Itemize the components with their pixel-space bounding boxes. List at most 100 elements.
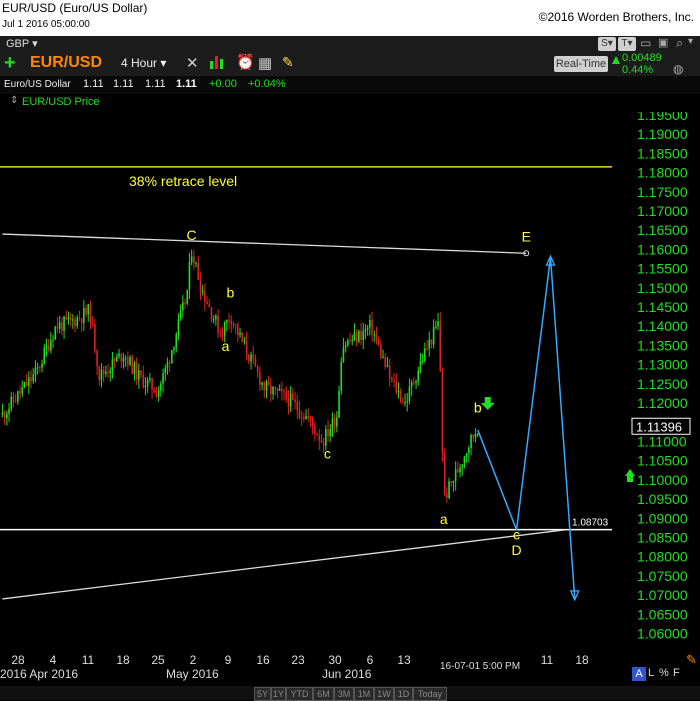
scale-s-button[interactable]: S▾ (598, 37, 616, 51)
minimize-icon[interactable]: ▭ (640, 36, 651, 50)
candle-body (221, 334, 224, 337)
alarm-clock-icon[interactable]: ⏰ (236, 53, 255, 71)
zoom-button-6m[interactable]: 6M (313, 687, 334, 701)
candle-body (340, 361, 343, 392)
scale-t-button[interactable]: T▾ (618, 37, 636, 51)
candle-body (6, 413, 8, 418)
candle-body (294, 399, 296, 402)
candle-body (182, 302, 184, 311)
candle-body (162, 373, 164, 384)
interval-selector[interactable]: 4 Hour ▾ (121, 56, 166, 70)
current-price-label: 1.11396 (636, 419, 682, 434)
note-icon[interactable]: ✎ (282, 54, 294, 71)
candle-body (32, 374, 35, 381)
candle-body (459, 467, 461, 473)
candle-body (289, 393, 292, 407)
search-icon[interactable]: ⌕ (676, 35, 683, 51)
chart-datetime: Jul 1 2016 05:00:00 (2, 19, 90, 30)
zoom-button-3m[interactable]: 3M (334, 687, 354, 701)
log-scale-toggle[interactable]: L (648, 667, 654, 679)
candle-body (417, 371, 420, 382)
indicators-icon[interactable] (210, 55, 224, 69)
candle-body (292, 393, 294, 400)
candle-body (353, 332, 356, 341)
globe-icon[interactable]: ◍ (673, 62, 683, 76)
percent-scale-toggle[interactable]: % (659, 667, 669, 679)
x-tick-label: 23 (291, 653, 305, 667)
candle-body (94, 323, 96, 351)
support-label: 1.08703 (572, 518, 609, 529)
candle-body (199, 279, 202, 293)
zoom-button-today[interactable]: Today (413, 687, 447, 701)
candle-body (131, 356, 134, 374)
window-icon[interactable]: ▣ (658, 36, 668, 49)
candle-body (166, 362, 169, 369)
candle-body (296, 401, 299, 411)
candle-body (186, 289, 189, 304)
candle-body (276, 388, 279, 391)
candle-body (63, 316, 65, 331)
candle-body (450, 481, 453, 483)
candle-body (402, 401, 404, 403)
candle-body (314, 425, 316, 434)
chart-background (0, 112, 700, 686)
y-axis: 1.19500 1.19000 1.18500 1.18000 1.17500 1.170… (637, 112, 688, 642)
candle-body (338, 391, 340, 418)
chevron-down-icon[interactable]: ▾ (688, 36, 693, 47)
zoom-button-1w[interactable]: 1W (374, 687, 394, 701)
tools-icon[interactable]: ✕ (186, 54, 199, 72)
quote-close: 1.11 (176, 78, 197, 90)
candle-body (259, 372, 261, 385)
symbol-label[interactable]: EUR/USD (30, 54, 102, 72)
candle-body (179, 310, 182, 320)
x-tick-label: 16 (256, 653, 270, 667)
add-symbol-icon[interactable]: + (4, 52, 16, 75)
auto-scale-button[interactable]: A (632, 667, 646, 681)
legend-series[interactable]: EUR/USD Price (22, 96, 100, 108)
candle-body (272, 387, 274, 395)
price-chart[interactable]: 1.19500 1.19000 1.18500 1.18000 1.17500 1.170… (0, 112, 700, 686)
y-tick-label: 1.18500 (637, 145, 688, 161)
candle-body (395, 381, 398, 393)
window-title: EUR/USD (Euro/US Dollar) (2, 1, 148, 15)
candle-body (371, 320, 373, 335)
candle-body (232, 323, 235, 325)
currency-selector[interactable]: GBP ▾ (6, 37, 38, 50)
candle-body (263, 382, 266, 391)
y-tick-label: 1.15500 (637, 261, 688, 277)
candle-body (85, 308, 87, 315)
candle-body (287, 398, 290, 407)
candle-body (470, 434, 472, 449)
y-tick-label: 1.08000 (637, 549, 688, 565)
candle-body (133, 362, 136, 374)
calculator-icon[interactable]: ▦ (258, 54, 272, 72)
candle-body (377, 339, 380, 345)
zoom-button-1m[interactable]: 1M (354, 687, 374, 701)
candle-body (443, 452, 446, 494)
sort-icon[interactable]: ⇕ (10, 95, 18, 106)
candle-body (36, 367, 39, 369)
zoom-button-1d[interactable]: 1D (394, 687, 413, 701)
candle-body (252, 354, 255, 359)
candle-body (19, 391, 21, 394)
candle-body (56, 326, 59, 329)
candle-body (105, 371, 107, 374)
zoom-button-5y[interactable]: 5Y (254, 687, 271, 701)
pencil-icon[interactable]: ✎ (686, 652, 697, 668)
candle-body (419, 361, 422, 372)
x-month-label: Jun 2016 (322, 667, 372, 681)
wave-label: E (522, 229, 531, 245)
realtime-button[interactable]: Real-Time (554, 56, 608, 72)
f-toggle[interactable]: F (673, 667, 680, 679)
zoom-button-1y[interactable]: 1Y (271, 687, 286, 701)
candle-body (193, 256, 195, 264)
candle-body (43, 347, 46, 364)
candle-body (388, 365, 391, 378)
y-tick-label: 1.15000 (637, 280, 688, 296)
candle-body (223, 322, 226, 337)
y-tick-label: 1.13000 (637, 357, 688, 373)
zoom-button-ytd[interactable]: YTD (286, 687, 313, 701)
candle-body (320, 440, 323, 443)
candle-body (153, 389, 156, 394)
candle-body (472, 434, 475, 438)
